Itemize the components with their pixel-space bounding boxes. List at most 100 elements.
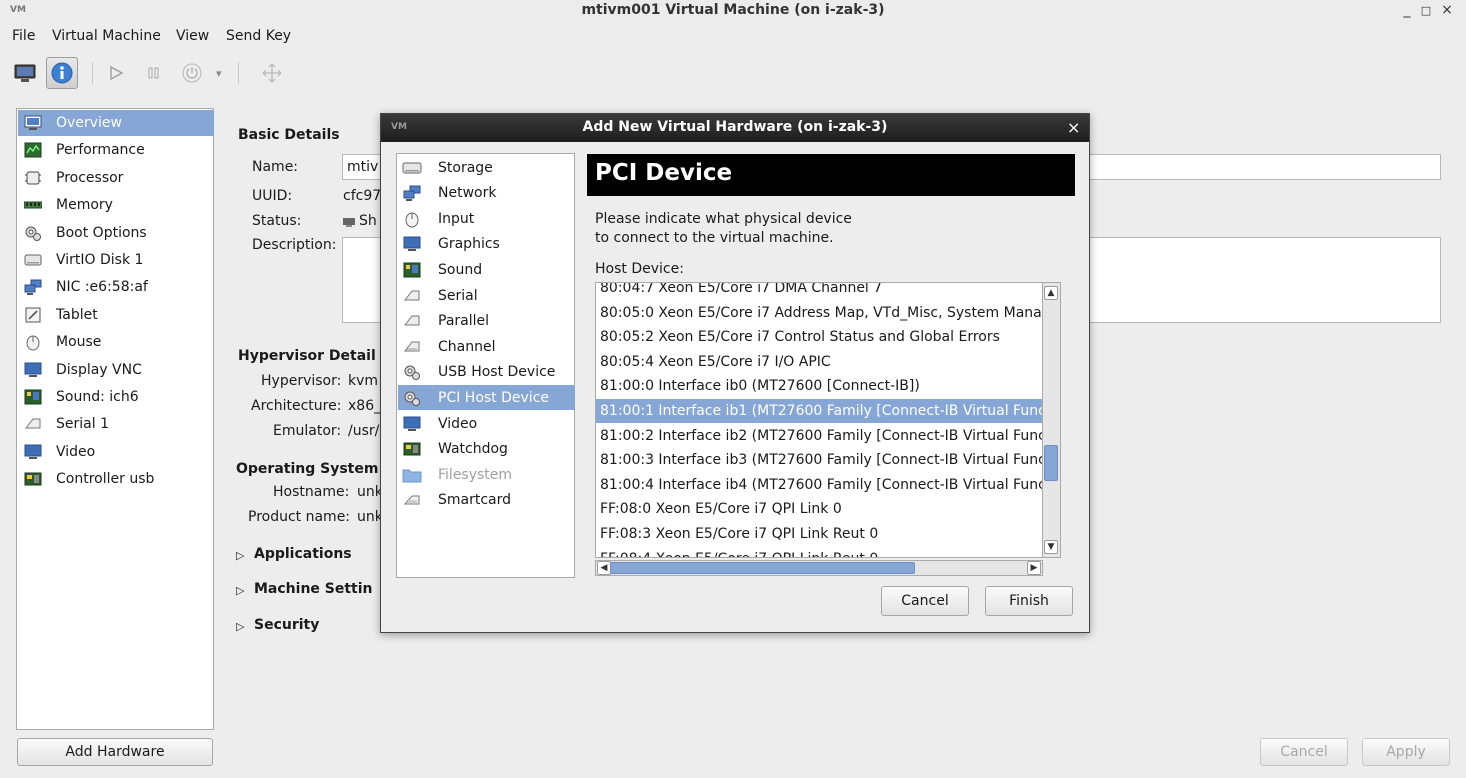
menu-virtual-machine[interactable]: Virtual Machine <box>52 28 161 44</box>
device-list-vertical-scrollbar[interactable]: ▲ ▼ <box>1043 282 1061 558</box>
emulator-label: Emulator: <box>273 423 342 439</box>
device-type-item[interactable]: Watchdog <box>398 437 575 462</box>
device-type-item[interactable]: Video <box>398 411 575 436</box>
sidebar-item[interactable]: Controller usb <box>18 466 214 492</box>
sidebar-item[interactable]: Memory <box>18 192 214 218</box>
tablet-icon <box>24 307 42 323</box>
host-device-row[interactable]: 81:00:2 Interface ib2 (MT27600 Family [C… <box>596 424 1042 448</box>
sidebar-item[interactable]: Display VNC <box>18 357 214 383</box>
device-type-item[interactable]: USB Host Device <box>398 360 575 385</box>
window-titlebar: VM mtivm001 Virtual Machine (on i-zak-3)… <box>0 0 1466 24</box>
sidebar-item-label: Performance <box>56 142 145 159</box>
device-type-item[interactable]: Storage <box>398 155 575 180</box>
host-device-row[interactable]: 80:05:0 Xeon E5/Core i7 Address Map, VTd… <box>596 301 1042 325</box>
device-type-label: Filesystem <box>438 466 513 483</box>
chip-icon <box>24 170 42 186</box>
vertical-scroll-thumb[interactable] <box>1044 445 1058 481</box>
mouse-icon <box>402 210 422 228</box>
device-type-item[interactable]: Sound <box>398 257 575 282</box>
sidebar-item-label: Mouse <box>56 334 102 351</box>
console-button[interactable] <box>9 57 41 89</box>
device-type-label: Smartcard <box>438 492 512 509</box>
power-icon <box>182 63 202 83</box>
scroll-right-arrow-icon[interactable]: ▶ <box>1027 561 1041 575</box>
host-device-row[interactable]: 80:05:4 Xeon E5/Core i7 I/O APIC <box>596 350 1042 374</box>
sidebar-item[interactable]: NIC :e6:58:af <box>18 274 214 300</box>
sidebar-item[interactable]: Mouse <box>18 329 214 355</box>
machine-settings-expander-triangle-icon[interactable]: ▷ <box>236 584 244 597</box>
device-type-item[interactable]: Parallel <box>398 309 575 334</box>
dialog-cancel-button[interactable]: Cancel <box>881 586 969 616</box>
menu-view[interactable]: View <box>176 28 209 44</box>
details-apply-button[interactable]: Apply <box>1362 738 1450 766</box>
host-device-row[interactable]: 80:05:2 Xeon E5/Core i7 Control Status a… <box>596 325 1042 349</box>
sidebar-item-label: NIC :e6:58:af <box>56 279 148 296</box>
sidebar-item-label: Video <box>56 443 96 460</box>
minimize-button[interactable]: _ <box>1400 2 1414 18</box>
shutdown-menu-chevron-down-icon[interactable]: ▾ <box>216 67 222 80</box>
applications-expander-triangle-icon[interactable]: ▷ <box>236 549 244 562</box>
horizontal-scroll-thumb[interactable] <box>610 562 915 574</box>
status-value: Sh <box>359 213 377 229</box>
close-button[interactable]: × <box>1440 2 1454 18</box>
device-type-label: Input <box>438 210 475 227</box>
finish-button[interactable]: Finish <box>985 586 1073 616</box>
device-type-item[interactable]: Input <box>398 206 575 231</box>
sidebar-item[interactable]: Boot Options <box>18 220 214 246</box>
device-list-horizontal-scrollbar[interactable]: ◀ ▶ <box>595 560 1043 576</box>
device-type-label: Sound <box>438 261 483 278</box>
pause-icon <box>148 67 159 79</box>
sidebar-item[interactable]: VirtIO Disk 1 <box>18 247 214 273</box>
host-device-row[interactable]: 80:04:7 Xeon E5/Core i7 DMA Channel 7 <box>596 283 1042 300</box>
security-expander[interactable]: Security <box>254 617 319 633</box>
sidebar-item[interactable]: Sound: ich6 <box>18 384 214 410</box>
sidebar-item[interactable]: Video <box>18 439 214 465</box>
device-type-item[interactable]: Graphics <box>398 232 575 257</box>
host-device-row[interactable]: 81:00:4 Interface ib4 (MT27600 Family [C… <box>596 473 1042 497</box>
scroll-left-arrow-icon[interactable]: ◀ <box>597 561 611 575</box>
smartcard-icon <box>402 491 422 509</box>
scroll-up-arrow-icon[interactable]: ▲ <box>1044 286 1058 300</box>
host-device-row[interactable]: 81:00:3 Interface ib3 (MT27600 Family [C… <box>596 448 1042 472</box>
host-device-row[interactable]: FF:08:0 Xeon E5/Core i7 QPI Link 0 <box>596 497 1042 521</box>
applications-expander[interactable]: Applications <box>254 546 352 562</box>
fullscreen-button[interactable] <box>256 57 288 89</box>
host-device-row[interactable]: 81:00:0 Interface ib0 (MT27600 [Connect-… <box>596 374 1042 398</box>
sidebar-item[interactable]: Performance <box>18 137 214 163</box>
host-device-row[interactable]: FF:08:4 Xeon E5/Core i7 QPI Link Reut 0 <box>596 547 1042 557</box>
add-hardware-button[interactable]: Add Hardware <box>17 738 213 766</box>
host-device-row[interactable]: FF:08:3 Xeon E5/Core i7 QPI Link Reut 0 <box>596 522 1042 546</box>
sidebar-item[interactable]: Processor <box>18 165 214 191</box>
sidebar-item[interactable]: Tablet <box>18 302 214 328</box>
details-cancel-button[interactable]: Cancel <box>1260 738 1348 766</box>
device-type-item[interactable]: Filesystem <box>398 462 575 487</box>
host-device-row[interactable]: 81:00:1 Interface ib1 (MT27600 Family [C… <box>596 399 1042 423</box>
details-button[interactable] <box>46 57 78 89</box>
device-page-header: PCI Device <box>587 154 1075 196</box>
performance-icon <box>24 142 42 158</box>
run-button[interactable] <box>100 57 132 89</box>
info-icon <box>51 62 73 84</box>
device-type-item[interactable]: Serial <box>398 283 575 308</box>
folder-icon <box>402 466 422 484</box>
device-type-item[interactable]: Channel <box>398 334 575 359</box>
security-expander-triangle-icon[interactable]: ▷ <box>236 620 244 633</box>
sidebar-item[interactable]: Overview <box>18 110 214 136</box>
pause-button[interactable] <box>138 57 170 89</box>
device-type-item[interactable]: Network <box>398 181 575 206</box>
menu-file[interactable]: File <box>12 28 35 44</box>
menu-send-key[interactable]: Send Key <box>226 28 291 44</box>
device-type-item[interactable]: PCI Host Device <box>398 385 575 411</box>
shutdown-button[interactable] <box>176 57 208 89</box>
menu-bar: File Virtual Machine View Send Key <box>0 24 1466 48</box>
device-type-item[interactable]: Smartcard <box>398 488 575 513</box>
machine-settings-expander[interactable]: Machine Settin <box>254 581 373 597</box>
fullscreen-icon <box>262 63 282 83</box>
maximize-button[interactable]: □ <box>1419 4 1433 17</box>
scroll-down-arrow-icon[interactable]: ▼ <box>1044 540 1058 554</box>
status-label: Status: <box>252 213 302 229</box>
sidebar-item[interactable]: Serial 1 <box>18 411 214 437</box>
dialog-close-button[interactable]: × <box>1067 118 1080 137</box>
gears-icon <box>24 225 42 241</box>
architecture-label: Architecture: <box>251 398 342 414</box>
